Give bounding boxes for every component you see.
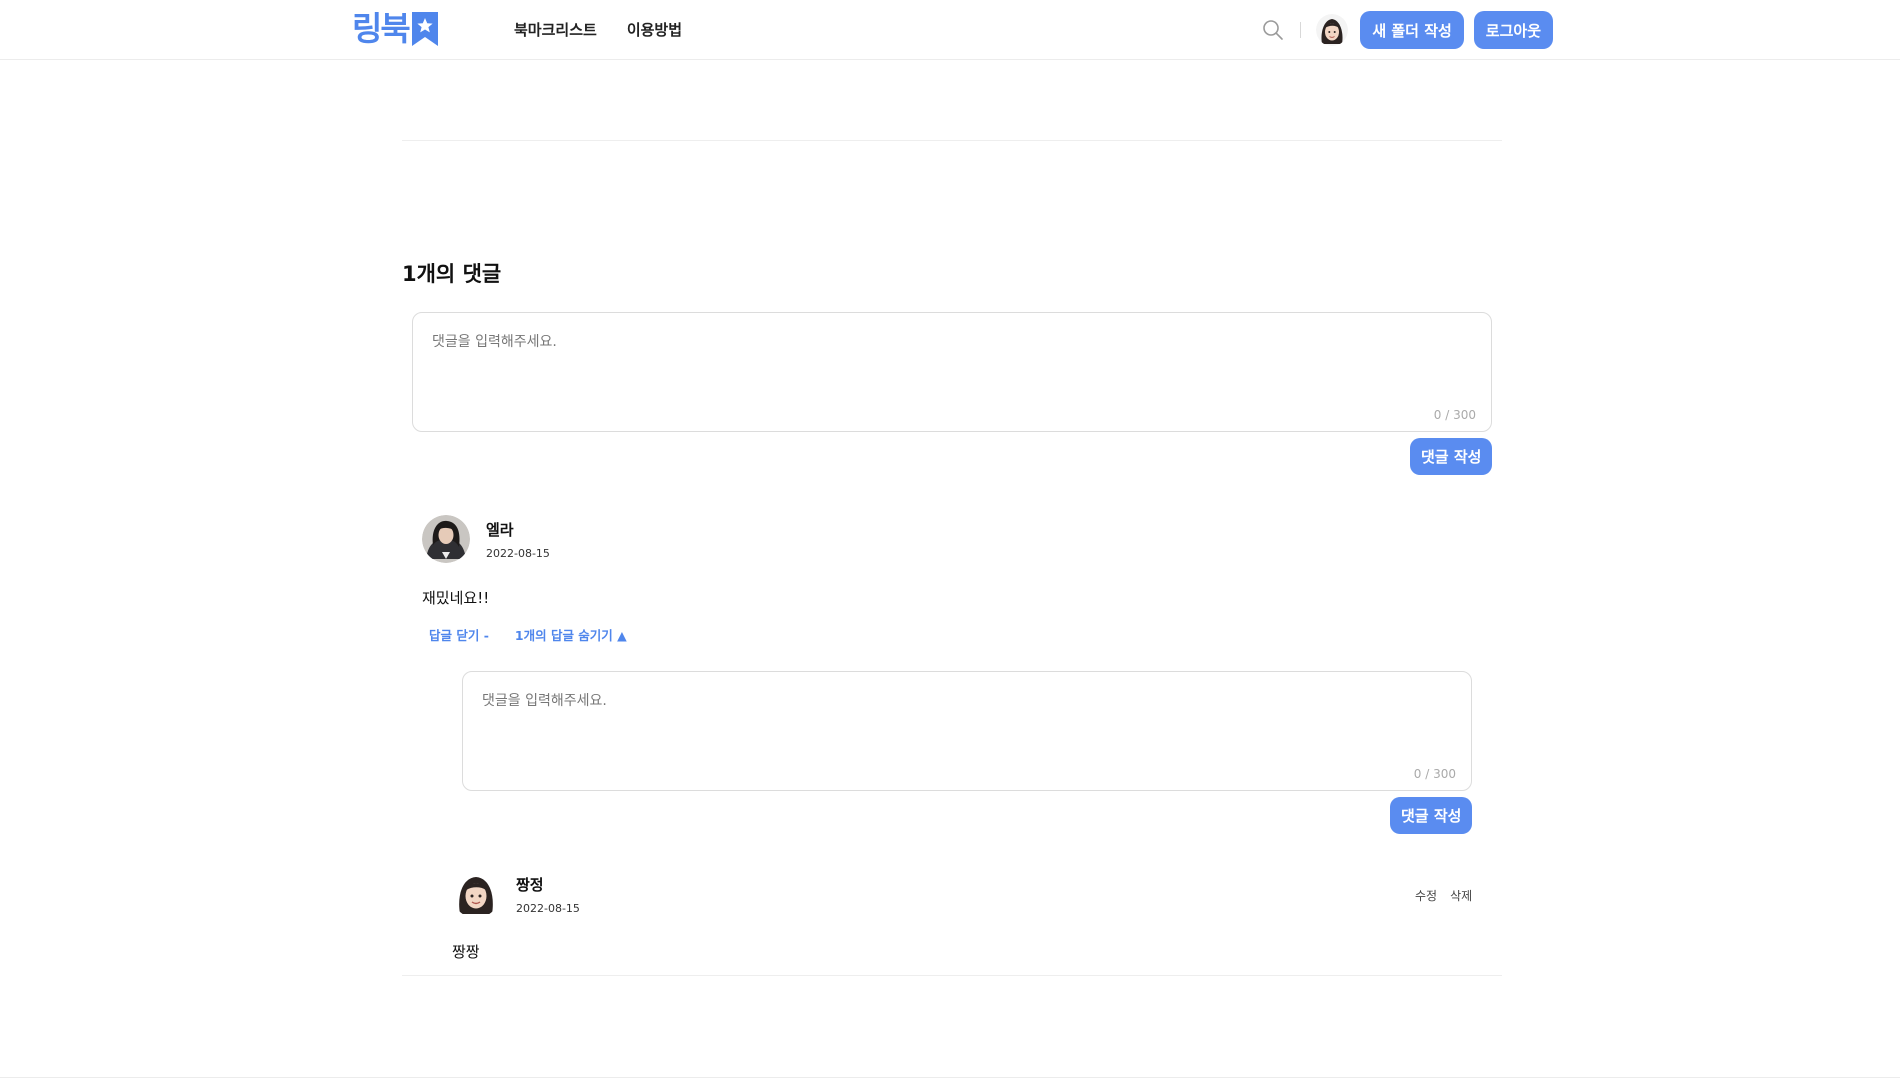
reply-text: 짱짱 [452,943,480,961]
main-nav: 북마크리스트 이용방법 [514,19,682,40]
comment-text: 재밌네요!! [422,589,490,607]
bookmark-star-icon [411,12,438,46]
comment-header: 엘라 2022-08-15 [422,515,550,563]
section-divider [402,975,1502,976]
char-counter: 0 / 300 [1433,408,1476,422]
char-counter: 0 / 300 [1413,767,1456,781]
reply-row-actions: 수정 삭제 [1415,887,1472,904]
comment-author: 엘라 [486,520,514,539]
submit-comment-button[interactable]: 댓글 작성 [1410,438,1493,475]
logo[interactable]: 링북 [352,8,438,50]
avatar [422,515,470,563]
reply-input[interactable] [480,688,1454,752]
submit-reply-button[interactable]: 댓글 작성 [1390,797,1473,834]
section-divider [402,140,1502,141]
reply-header: 짱정 2022-08-15 [452,870,580,918]
avatar [452,870,500,918]
reply-author: 짱정 [516,875,544,894]
header-actions: 새 폴더 작성 로그아웃 [1261,11,1553,49]
comment-input[interactable] [430,329,1474,393]
reply-date: 2022-08-15 [516,901,580,915]
reply-editor: 0 / 300 [462,671,1472,791]
nav-how-to-use[interactable]: 이용방법 [627,19,682,40]
edit-reply-link[interactable]: 수정 [1415,887,1437,904]
search-icon[interactable] [1261,18,1285,42]
logout-button[interactable]: 로그아웃 [1473,11,1553,49]
comment-editor: 0 / 300 [412,312,1492,432]
new-folder-button[interactable]: 새 폴더 작성 [1360,11,1464,49]
user-avatar[interactable] [1316,14,1349,46]
comment-date: 2022-08-15 [486,546,550,560]
comment-count: 1개의 댓글 [402,262,502,286]
top-header: 링북 북마크리스트 이용방법 새 폴더 작성 로그아웃 [0,0,1900,60]
delete-reply-link[interactable]: 삭제 [1450,887,1472,904]
reply-actions: 답글 닫기 - 1개의 답글 숨기기 ▲ [429,625,627,644]
close-reply-link[interactable]: 답글 닫기 - [429,625,489,644]
logo-text: 링북 [352,9,411,48]
header-divider [1300,22,1302,38]
hide-replies-link[interactable]: 1개의 답글 숨기기 ▲ [515,625,627,644]
nav-bookmark-list[interactable]: 북마크리스트 [514,19,597,40]
footer-divider [0,1077,1900,1078]
